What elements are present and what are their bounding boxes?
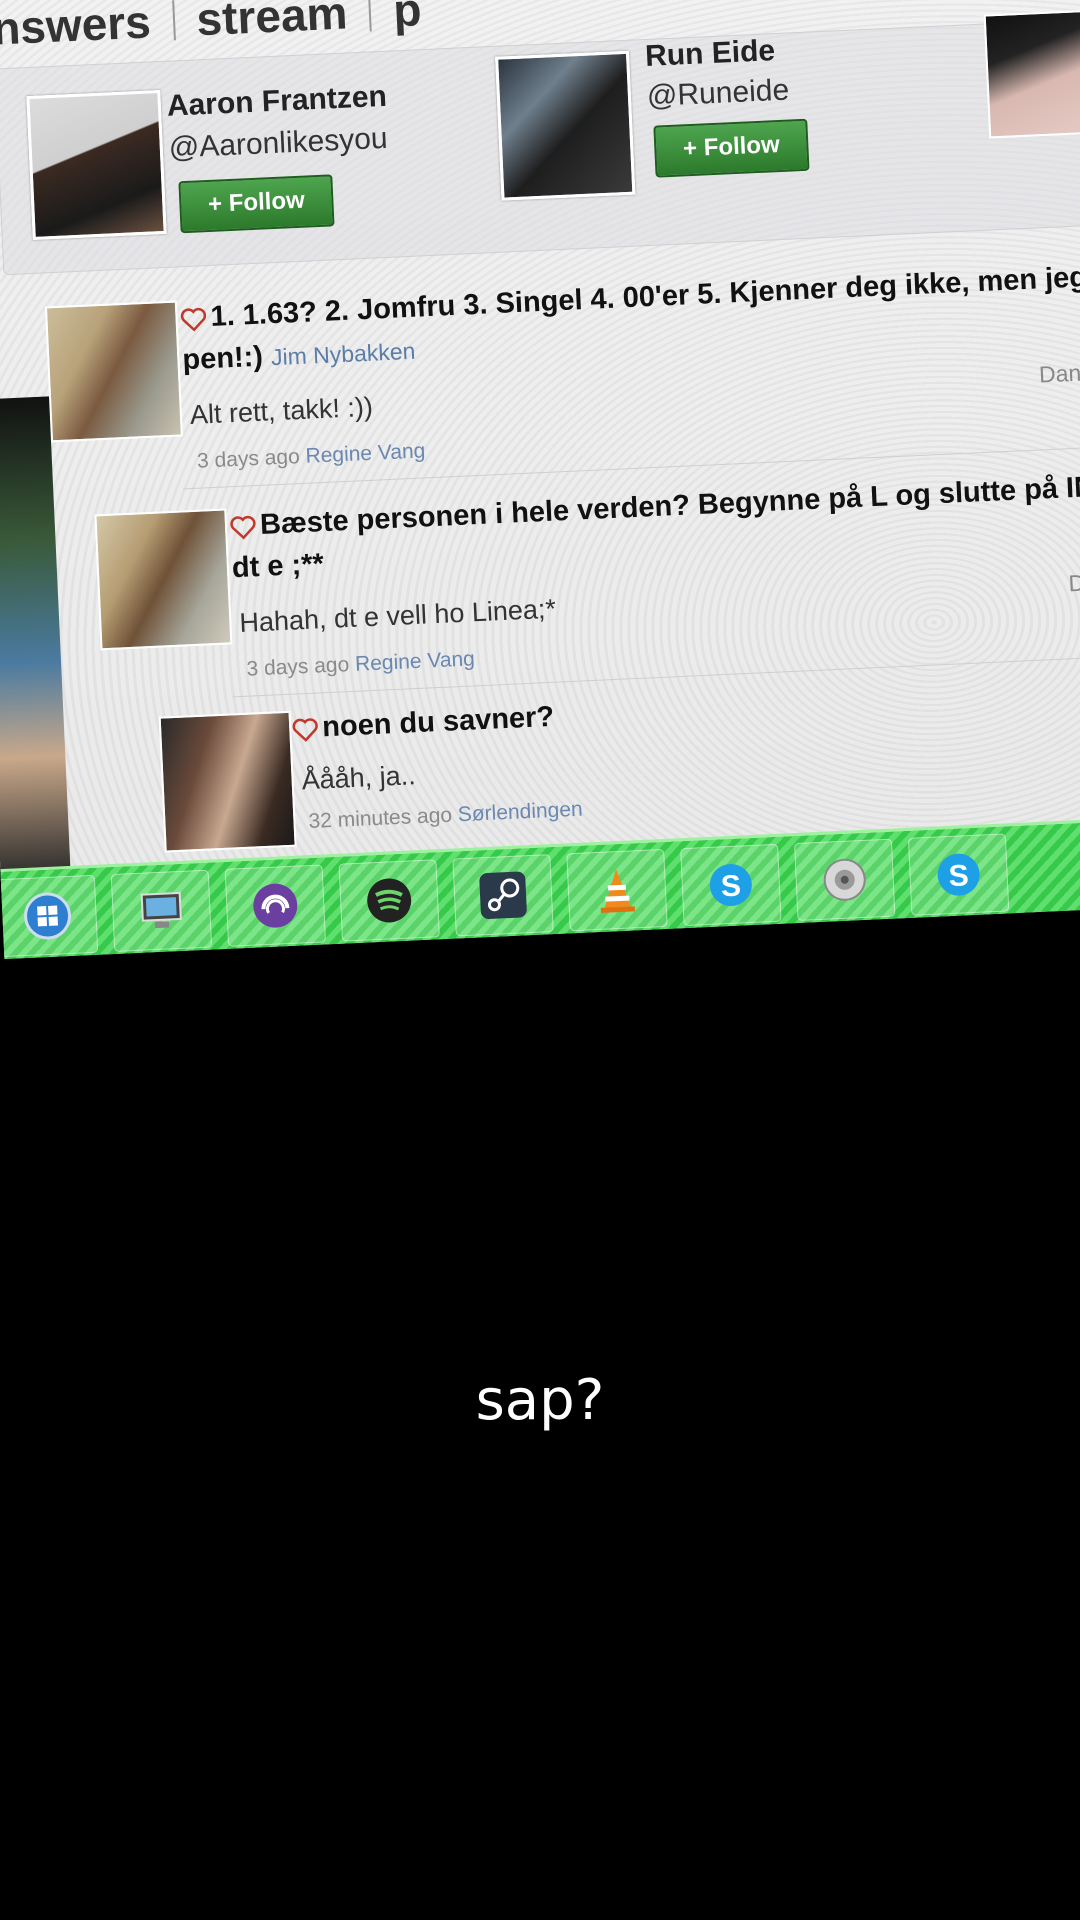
asker-link[interactable]: Jim Nybakken bbox=[270, 338, 415, 371]
avatar[interactable] bbox=[26, 90, 167, 240]
suggestion-handle: @Runeide bbox=[646, 73, 790, 113]
steam-icon bbox=[479, 871, 527, 919]
timestamp: 3 days ago bbox=[246, 653, 350, 681]
suggestion-handle: @Aaronlikesyou bbox=[168, 121, 389, 165]
spotify-icon bbox=[367, 878, 412, 923]
follow-button[interactable]: + Follow bbox=[178, 174, 335, 234]
svg-text:S: S bbox=[948, 859, 969, 893]
avatar[interactable] bbox=[495, 50, 636, 201]
answerer-link[interactable]: Sørlendingen bbox=[457, 798, 583, 827]
answer-text: Åååh, ja.. bbox=[300, 760, 417, 796]
answerer-link[interactable]: Regine Vang bbox=[355, 647, 476, 675]
tab-divider bbox=[368, 0, 373, 32]
heart-icon[interactable] bbox=[230, 515, 257, 540]
timestamp: 3 days ago bbox=[196, 445, 301, 473]
browser-page: nswers stream p Aaron Frantzen @Aaronlik… bbox=[0, 0, 1080, 959]
skype-icon: S bbox=[709, 863, 752, 906]
photographed-monitor: nswers stream p Aaron Frantzen @Aaronlik… bbox=[0, 0, 1080, 1000]
start-button[interactable] bbox=[0, 874, 99, 958]
avatar[interactable] bbox=[94, 508, 233, 651]
who-to-follow-panel: Aaron Frantzen @Aaronlikesyou + Follow R… bbox=[0, 8, 1080, 276]
question-text-continued[interactable]: dt e ;** bbox=[231, 548, 324, 585]
taskbar-computer[interactable] bbox=[110, 869, 213, 953]
question-text[interactable]: 1. 1.63? 2. Jomfru 3. Singel 4. 00'er 5.… bbox=[210, 261, 1080, 334]
taskbar-bittorrent[interactable] bbox=[224, 864, 327, 947]
answer-meta: 3 days ago Regine Vang bbox=[197, 439, 426, 473]
nav-tabs: nswers stream p bbox=[0, 0, 423, 59]
speaker-icon bbox=[823, 858, 866, 901]
timestamp: 32 minutes ago bbox=[308, 803, 453, 834]
taskbar-speaker[interactable] bbox=[794, 838, 896, 921]
suggestion-name[interactable]: Run Eide bbox=[644, 34, 775, 74]
avatar-third-suggestion[interactable] bbox=[983, 8, 1080, 139]
taskbar-skype-2[interactable]: S bbox=[907, 833, 1010, 916]
tab-answers[interactable]: nswers bbox=[0, 0, 152, 56]
answer-meta: 32 minutes ago Sørlendingen bbox=[308, 798, 583, 834]
taskbar-skype[interactable]: S bbox=[680, 843, 782, 927]
taskbar-vlc[interactable] bbox=[566, 848, 668, 932]
answerer-link[interactable]: Regine Vang bbox=[305, 439, 426, 467]
answer-text: Alt rett, takk! :)) bbox=[189, 391, 374, 431]
answer-meta: 3 days ago Regine Vang bbox=[246, 647, 475, 681]
windows-taskbar: S S bbox=[0, 813, 1080, 959]
svg-text:S: S bbox=[720, 870, 741, 904]
feed-item: Bæste personen i hele verden? Begynne på… bbox=[0, 466, 1080, 698]
avatar[interactable] bbox=[158, 710, 297, 853]
answer-text: Hahah, dt e vell ho Linea;* bbox=[238, 593, 557, 638]
desktop-wallpaper-edge bbox=[0, 396, 71, 880]
tab-stream[interactable]: stream bbox=[195, 0, 348, 46]
bittorrent-icon bbox=[253, 883, 298, 928]
question-tail: dt e ;** bbox=[231, 548, 325, 585]
tab-popular[interactable]: p bbox=[392, 0, 423, 37]
skype-icon: S bbox=[937, 853, 980, 896]
question-text[interactable]: noen du savner? bbox=[322, 701, 555, 744]
question-text-continued[interactable]: pen!:) Jim Nybakken bbox=[182, 334, 416, 378]
follow-button[interactable]: + Follow bbox=[653, 118, 810, 178]
taskbar-steam[interactable] bbox=[452, 854, 554, 937]
tab-divider bbox=[171, 0, 176, 41]
start-orb-icon bbox=[24, 892, 72, 940]
snap-caption: sap? bbox=[475, 1368, 605, 1433]
computer-icon bbox=[140, 891, 182, 929]
question-text[interactable]: Bæste personen i hele verden? Begynne på… bbox=[259, 470, 1080, 542]
avatar[interactable] bbox=[44, 300, 183, 443]
heart-icon[interactable] bbox=[292, 718, 319, 743]
heart-icon[interactable] bbox=[180, 307, 207, 332]
user-name-right[interactable]: Danie bbox=[1038, 359, 1080, 389]
suggestion-name[interactable]: Aaron Frantzen bbox=[166, 80, 387, 124]
user-name-right[interactable]: Danie bbox=[1068, 568, 1080, 598]
vlc-icon bbox=[600, 869, 635, 913]
question-tail: pen!:) bbox=[181, 340, 264, 377]
taskbar-spotify[interactable] bbox=[338, 859, 440, 942]
feed-item: noen du savner? Åååh, ja.. 32 minutes ag… bbox=[0, 671, 1080, 853]
